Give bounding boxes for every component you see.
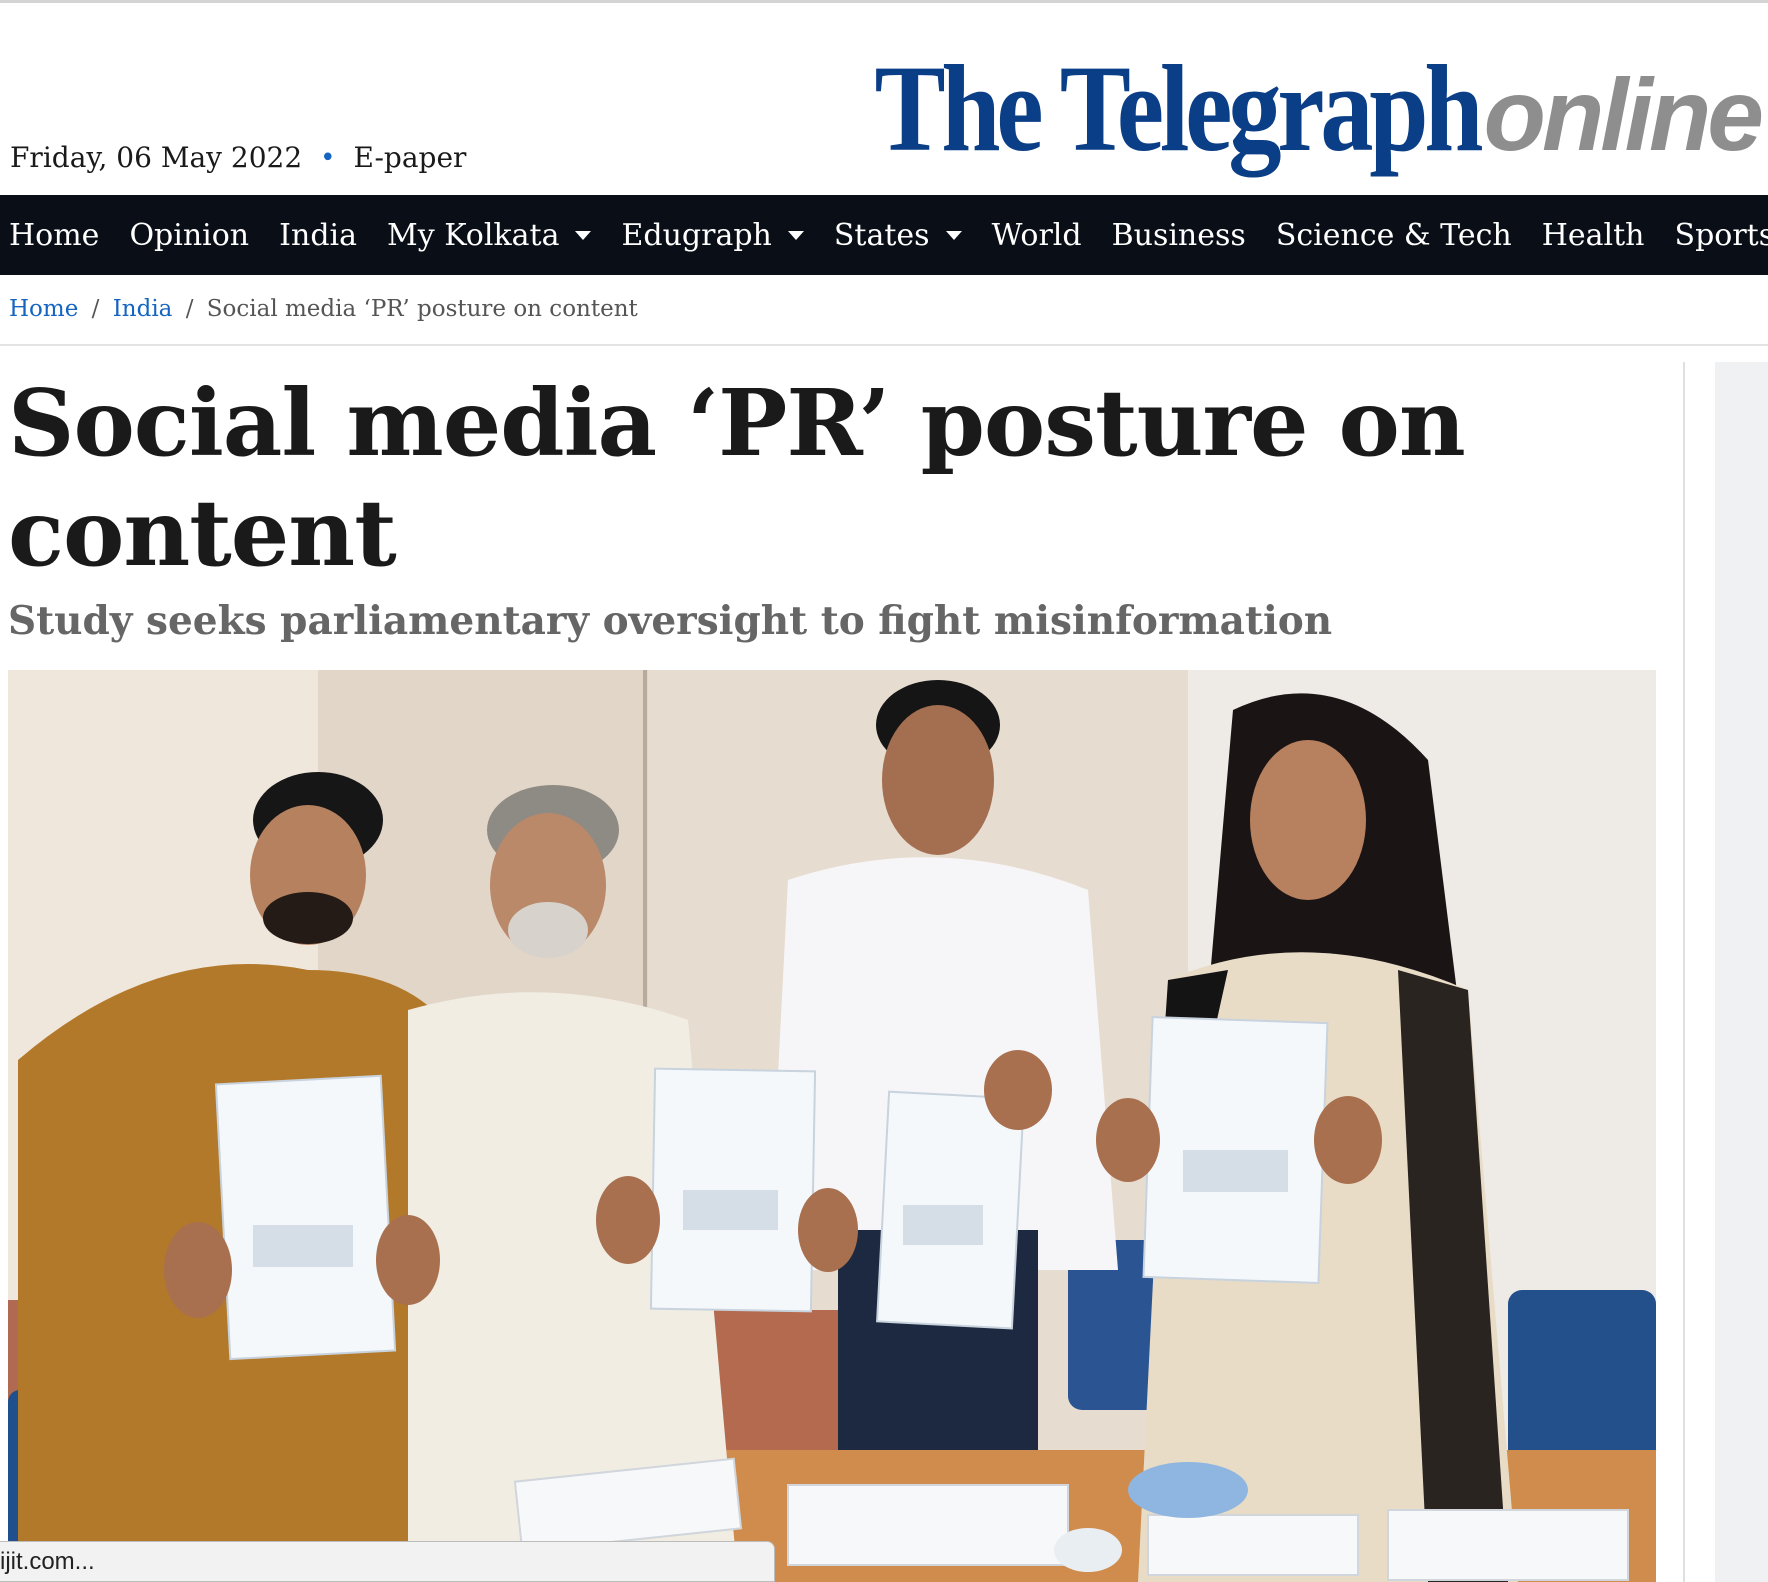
article-photo[interactable] [8,670,1656,1582]
nav-item-world[interactable]: World [983,218,1098,253]
main-navigation: Home Opinion India My Kolkata Edugraph States… [0,195,1768,275]
nav-item-sports[interactable]: Sports [1666,218,1768,253]
logo-wordmark: The Telegraph [874,40,1484,177]
top-border [0,0,1768,3]
header-date-bar: Friday, 06 May 2022 • E-paper [10,141,466,174]
nav-item-india[interactable]: India [270,218,373,253]
column-divider [1683,362,1685,1582]
nav-item-business[interactable]: Business [1103,218,1262,253]
epaper-link[interactable]: E-paper [354,141,467,174]
nav-item-label: World [991,217,1082,253]
status-url: ijit.com... [0,1548,95,1575]
browser-status-bar: ijit.com... [0,1541,775,1582]
nav-item-label: My Kolkata [387,217,560,253]
nav-item-edugraph[interactable]: Edugraph [612,218,819,253]
caret-down-icon [575,230,592,240]
breadcrumb-india-link[interactable]: India [113,296,173,322]
logo-online-wordmark: online [1483,58,1764,172]
nav-item-label: Edugraph [621,217,772,253]
nav-item-my-kolkata[interactable]: My Kolkata [378,218,607,253]
nav-item-label: States [833,217,930,253]
article-headline: Social media ‘PR’ posture on content [8,369,1466,587]
nav-item-opinion[interactable]: Opinion [120,218,265,253]
sidebar-ad-slot [1715,362,1768,1582]
nav-item-home[interactable]: Home [0,218,115,253]
site-logo[interactable]: The Telegraph online [776,38,1764,180]
breadcrumb-current: Social media ‘PR’ posture on content [206,296,638,322]
current-date: Friday, 06 May 2022 [10,141,303,174]
caret-down-icon [787,230,804,240]
breadcrumb-separator: / [91,296,100,322]
nav-item-label: Opinion [129,217,250,253]
nav-item-label: India [279,217,357,253]
separator-dot: • [320,142,336,173]
breadcrumb-separator: / [185,296,194,322]
nav-item-label: Health [1541,217,1645,253]
photo-illustration [8,670,1656,1582]
nav-item-label: Sports [1674,217,1768,253]
breadcrumb: Home / India / Social media ‘PR’ posture… [9,296,638,322]
article-subheadline: Study seeks parliamentary oversight to f… [8,598,1333,644]
caret-down-icon [945,230,962,240]
page: Friday, 06 May 2022 • E-paper The Telegr… [0,0,1768,1582]
nav-item-science-tech[interactable]: Science & Tech [1267,218,1528,253]
nav-item-states[interactable]: States [825,218,978,253]
nav-item-label: Science & Tech [1275,217,1512,253]
nav-item-label: Home [9,217,100,253]
header-divider [0,344,1768,346]
breadcrumb-home-link[interactable]: Home [9,296,78,322]
nav-item-label: Business [1111,217,1246,253]
nav-item-health[interactable]: Health [1533,218,1661,253]
